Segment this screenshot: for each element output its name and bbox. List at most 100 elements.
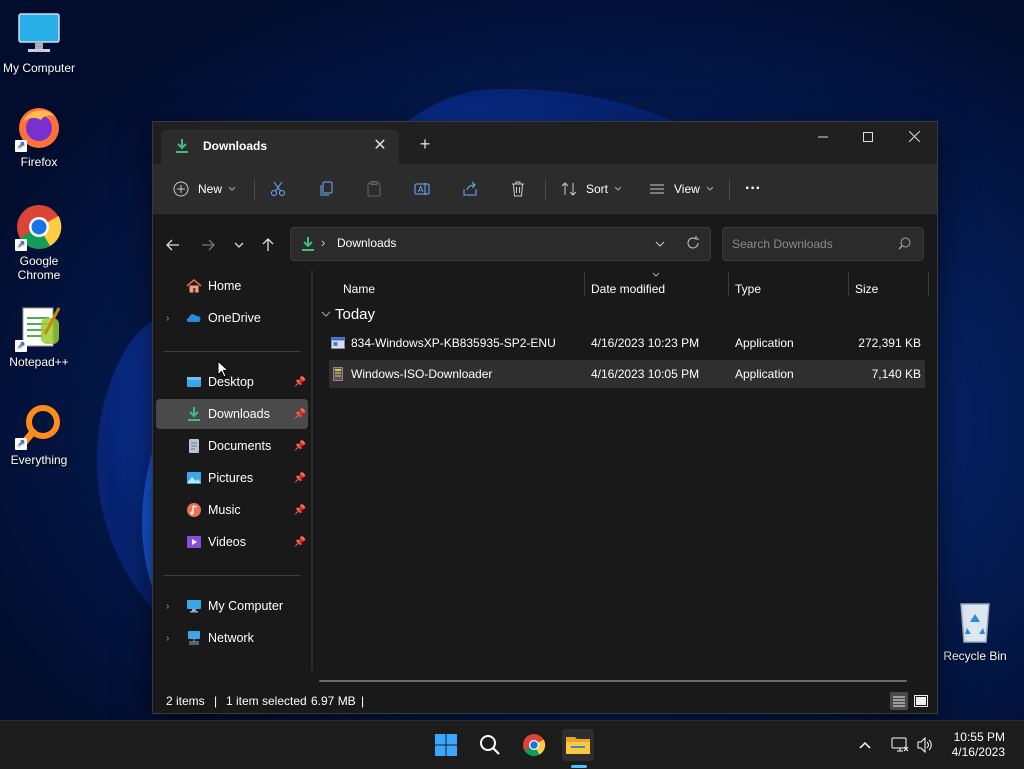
large-icons-view-button[interactable]: [912, 692, 930, 710]
pane-splitter[interactable]: [311, 270, 313, 671]
group-header-today[interactable]: Today: [335, 306, 375, 323]
sidebar-item-documents[interactable]: Documents 📌: [156, 431, 308, 461]
scissors-icon: [271, 181, 285, 196]
minimize-button[interactable]: [800, 122, 846, 152]
column-header-size[interactable]: Size: [855, 282, 878, 296]
desktop-icon-firefox[interactable]: ↗ Firefox: [0, 104, 78, 169]
file-date: 4/16/2023 10:05 PM: [591, 367, 700, 381]
desktop-folder-icon: [187, 377, 201, 387]
pin-icon: 📌: [293, 472, 306, 484]
sidebar-item-videos[interactable]: Videos 📌: [156, 527, 308, 557]
address-bar[interactable]: › Downloads: [290, 227, 711, 261]
recent-locations-button[interactable]: [227, 233, 251, 257]
search-input[interactable]: Search Downloads: [722, 227, 924, 261]
details-view-button[interactable]: [890, 692, 908, 710]
desktop-icon-label: Firefox: [20, 155, 58, 169]
maximize-icon: [863, 132, 873, 142]
sidebar-item-music[interactable]: Music 📌: [156, 495, 308, 525]
sidebar-item-network[interactable]: › Network: [156, 623, 308, 653]
sidebar-item-label: My Computer: [208, 599, 284, 613]
volume-button[interactable]: [913, 729, 937, 761]
pictures-icon: [187, 472, 201, 484]
copy-button[interactable]: [318, 176, 334, 202]
rename-button[interactable]: A: [414, 176, 430, 202]
file-row[interactable]: 834-WindowsXP-KB835935-SP2-ENU 4/16/2023…: [329, 329, 925, 357]
navigation-pane: Home › OneDrive Desktop 📌 Downloads 📌 Do…: [153, 270, 311, 671]
sort-indicator-icon: [652, 272, 660, 277]
chevron-right-icon[interactable]: ›: [166, 313, 169, 324]
sidebar-item-label: Documents: [208, 439, 272, 453]
sidebar-item-desktop[interactable]: Desktop 📌: [156, 367, 308, 397]
desktop-icon-chrome[interactable]: ↗ Google Chrome: [0, 203, 78, 282]
desktop-icon-everything[interactable]: ↗ Everything: [0, 402, 78, 467]
sidebar-divider: [163, 575, 301, 576]
taskbar-file-explorer-button[interactable]: [562, 729, 594, 761]
cut-button[interactable]: [270, 176, 286, 202]
folder-icon: [566, 737, 590, 754]
breadcrumb-downloads[interactable]: Downloads: [337, 236, 396, 250]
clock-date: 4/16/2023: [951, 745, 1005, 759]
desktop-icon-notepadpp[interactable]: ↗ Notepad++: [0, 304, 78, 369]
back-button[interactable]: [161, 233, 185, 257]
close-button[interactable]: [891, 122, 937, 152]
column-header-type[interactable]: Type: [735, 282, 761, 296]
mouse-cursor-icon: [217, 360, 229, 378]
share-button[interactable]: [462, 176, 478, 202]
more-options-button[interactable]: ···: [745, 176, 761, 202]
chevron-down-icon: [234, 242, 244, 248]
tab-close-button[interactable]: ✕: [369, 135, 391, 157]
view-label: View: [674, 182, 700, 196]
computer-icon: [18, 13, 60, 52]
paste-button[interactable]: [366, 176, 382, 202]
sort-button[interactable]: Sort: [561, 176, 622, 202]
chevron-right-icon[interactable]: ›: [166, 601, 169, 612]
sidebar-item-onedrive[interactable]: › OneDrive: [156, 303, 308, 333]
desktop-icon-recycle-bin[interactable]: Recycle Bin: [936, 598, 1014, 663]
clock[interactable]: 10:55 PM 4/16/2023: [952, 730, 1005, 760]
refresh-icon[interactable]: [686, 236, 700, 250]
chevron-down-icon[interactable]: [655, 241, 665, 247]
desktop-icon-my-computer[interactable]: My Computer: [0, 10, 78, 75]
column-divider[interactable]: [928, 272, 929, 296]
delete-button[interactable]: [510, 176, 526, 202]
chevron-right-icon[interactable]: ›: [166, 633, 169, 644]
sidebar-item-my-computer[interactable]: › My Computer: [156, 591, 308, 621]
new-tab-button[interactable]: +: [413, 132, 437, 156]
windows-logo-icon: [435, 734, 457, 756]
trash-icon: [512, 181, 524, 197]
column-divider[interactable]: [848, 272, 849, 296]
sidebar-item-pictures[interactable]: Pictures 📌: [156, 463, 308, 493]
sidebar-item-home[interactable]: Home: [156, 271, 308, 301]
sidebar-item-downloads[interactable]: Downloads 📌: [156, 399, 308, 429]
maximize-button[interactable]: [845, 122, 891, 152]
file-size: 7,140 KB: [871, 367, 921, 381]
column-divider[interactable]: [728, 272, 729, 296]
sidebar-item-label: Music: [208, 503, 241, 517]
column-divider[interactable]: [584, 272, 585, 296]
clock-time: 10:55 PM: [953, 730, 1005, 744]
application-icon: [331, 337, 345, 349]
chevron-down-icon: [706, 186, 714, 191]
show-hidden-icons-button[interactable]: [853, 729, 877, 761]
status-selected: 1 item selected: [226, 694, 307, 708]
file-row-selected[interactable]: Windows-ISO-Downloader 4/16/2023 10:05 P…: [329, 360, 925, 388]
documents-icon: [189, 439, 199, 453]
horizontal-scrollbar[interactable]: [319, 680, 907, 682]
videos-icon: [187, 536, 201, 548]
desktop-icon-label: Google Chrome: [17, 254, 61, 282]
share-icon: [463, 181, 477, 196]
status-selected-size: 6.97 MB: [311, 694, 356, 708]
tab-downloads[interactable]: Downloads ✕: [161, 130, 399, 164]
sidebar-item-label: Pictures: [208, 471, 254, 485]
network-status-button[interactable]: [888, 729, 912, 761]
taskbar-search-button[interactable]: [474, 729, 506, 761]
view-button[interactable]: View: [649, 176, 714, 202]
group-collapse-icon[interactable]: [321, 311, 331, 317]
forward-button[interactable]: [196, 233, 220, 257]
start-button[interactable]: [430, 729, 462, 761]
taskbar-chrome-button[interactable]: [518, 729, 550, 761]
up-button[interactable]: [256, 233, 280, 257]
column-header-name[interactable]: Name: [343, 282, 375, 296]
new-button[interactable]: New: [173, 176, 236, 202]
column-header-date[interactable]: Date modified: [591, 282, 665, 296]
